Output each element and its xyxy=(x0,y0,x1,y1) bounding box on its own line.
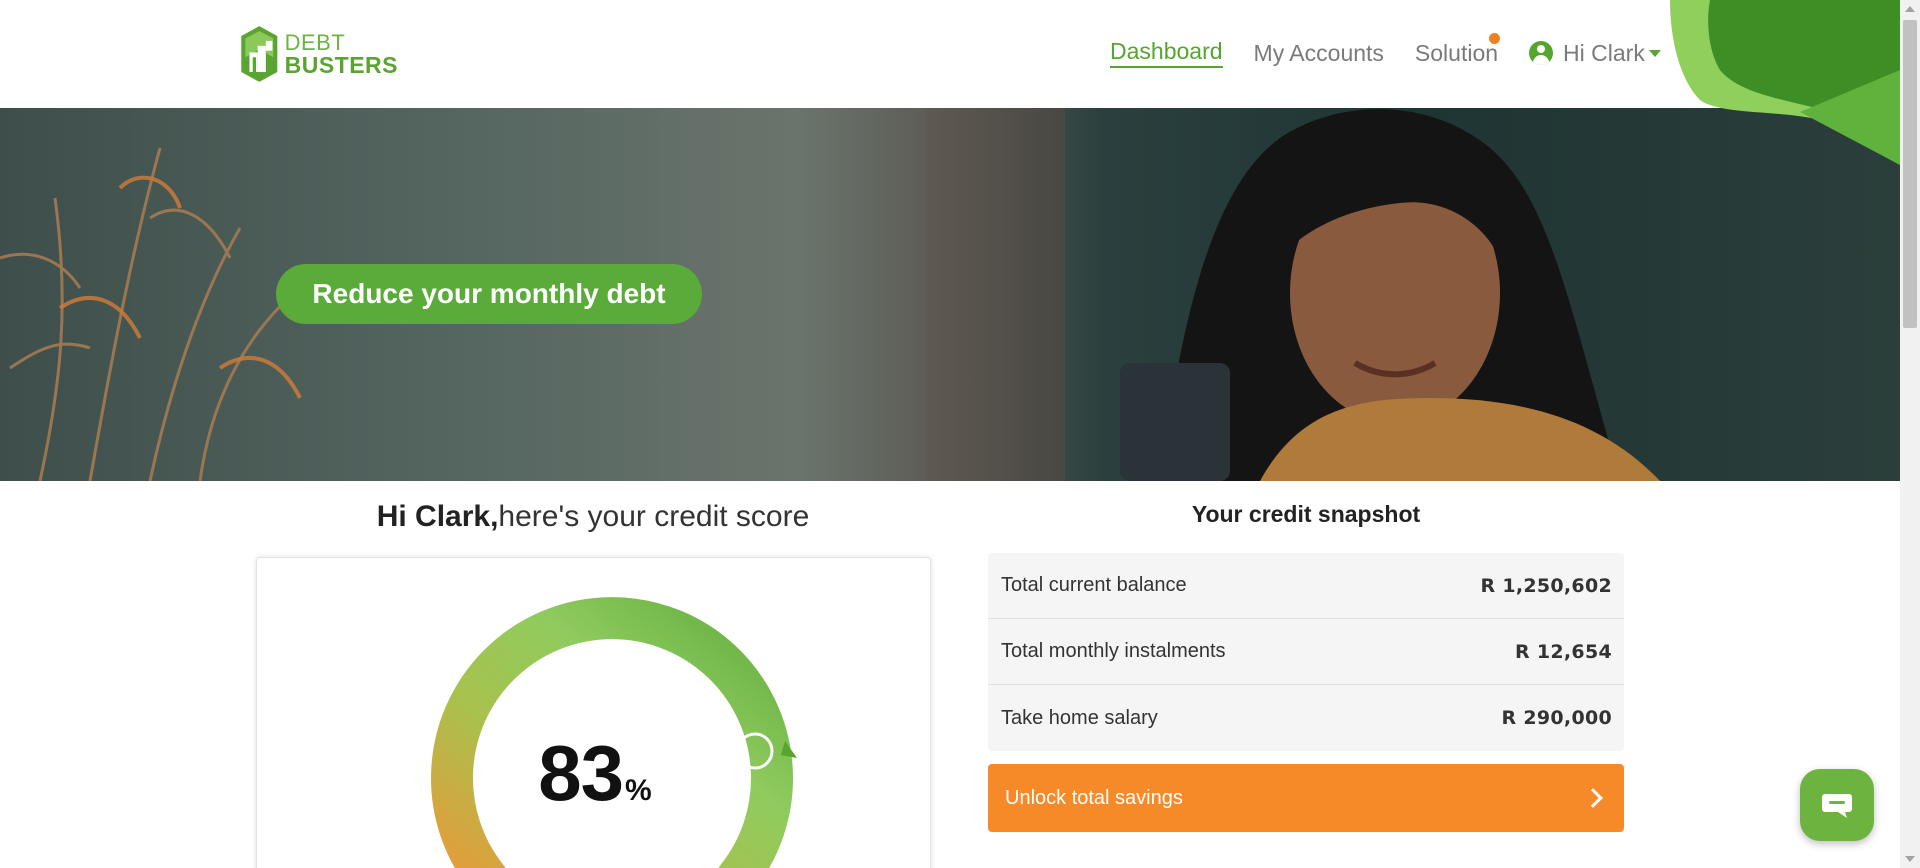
score-unit: % xyxy=(625,774,652,807)
chat-bubble-icon xyxy=(1822,794,1852,818)
credit-score-heading: Hi Clark,here's your credit score xyxy=(258,500,928,534)
logo-line-1: DEBT xyxy=(284,29,346,55)
header: DEBT BUSTERS Dashboard My Accounts Solut… xyxy=(0,0,1900,108)
scroll-thumb[interactable] xyxy=(1903,20,1917,328)
unlock-savings-button[interactable]: Unlock total savings xyxy=(988,764,1624,832)
logo[interactable]: DEBT BUSTERS xyxy=(238,18,398,90)
hero-banner: Reduce your monthly debt xyxy=(0,108,1900,481)
nav-my-accounts[interactable]: My Accounts xyxy=(1254,40,1384,67)
hero-wall xyxy=(925,108,1065,481)
scroll-down-arrow-icon[interactable] xyxy=(1905,856,1915,862)
nav-solution-label: Solution xyxy=(1414,39,1499,66)
notification-dot xyxy=(1489,32,1501,44)
chat-widget-button[interactable] xyxy=(1800,769,1874,841)
user-circle-icon xyxy=(1529,41,1554,65)
chevron-right-icon xyxy=(1583,788,1603,808)
greeting-rest: here's your credit score xyxy=(498,500,810,533)
nav-dashboard[interactable]: Dashboard xyxy=(1110,38,1223,68)
snapshot-label: Total monthly instalments xyxy=(1001,640,1226,662)
greeting-name: Hi Clark, xyxy=(376,500,499,533)
main-nav: Dashboard My Accounts Solution Hi Clark xyxy=(1110,32,1661,68)
caret-down-icon xyxy=(1648,49,1661,57)
vertical-scrollbar[interactable] xyxy=(1900,0,1920,868)
snapshot-row-instalments: Total monthly instalments R 12,654 xyxy=(988,619,1624,685)
page: DEBT BUSTERS Dashboard My Accounts Solut… xyxy=(0,0,1920,868)
snapshot-row-salary: Take home salary R 290,000 xyxy=(988,685,1624,751)
credit-score-card: 83% xyxy=(256,557,931,868)
snapshot-label: Total current balance xyxy=(1001,574,1187,596)
snapshot-label: Take home salary xyxy=(1001,706,1158,729)
snapshot-value: R 12,654 xyxy=(1515,640,1612,663)
nav-solution[interactable]: Solution xyxy=(1414,32,1501,67)
logo-text: DEBT BUSTERS xyxy=(284,29,398,78)
snapshot-heading: Your credit snapshot xyxy=(1191,501,1421,527)
credit-score-value: 83% xyxy=(257,728,932,819)
unlock-savings-label: Unlock total savings xyxy=(1005,786,1183,809)
user-menu[interactable]: Hi Clark xyxy=(1529,40,1661,67)
logo-line-2: BUSTERS xyxy=(284,51,398,78)
decorative-corner-shape xyxy=(1670,0,1900,165)
snapshot-table: Total current balance R 1,250,602 Total … xyxy=(988,553,1624,751)
credit-score-gauge xyxy=(431,597,797,868)
user-greeting: Hi Clark xyxy=(1563,39,1645,66)
score-number: 83 xyxy=(538,729,624,817)
reduce-debt-button[interactable]: Reduce your monthly debt xyxy=(276,264,702,324)
snapshot-value: R 1,250,602 xyxy=(1480,574,1612,597)
house-logo-icon xyxy=(241,26,278,82)
hero-photo-person xyxy=(1120,109,1660,481)
snapshot-row-balance: Total current balance R 1,250,602 xyxy=(988,553,1624,619)
snapshot-value: R 290,000 xyxy=(1501,707,1612,729)
scroll-up-arrow-icon[interactable] xyxy=(1905,6,1915,12)
